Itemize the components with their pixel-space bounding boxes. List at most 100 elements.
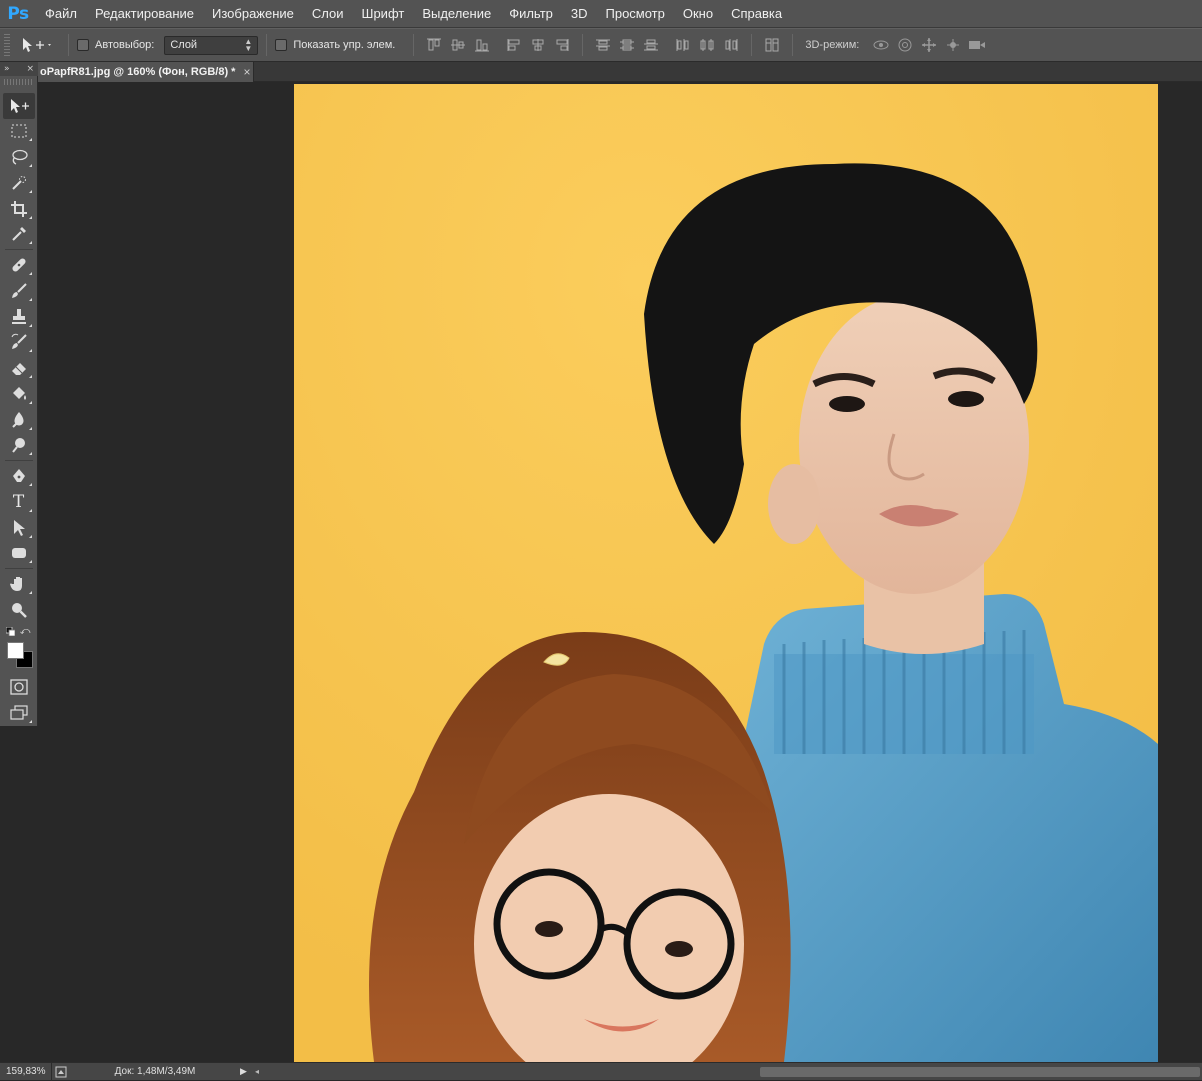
path-selection-tool-button[interactable] [3, 515, 35, 541]
distribute-vertical-centers-button[interactable] [615, 35, 639, 55]
3d-mode-label: 3D-режим: [805, 39, 860, 51]
menu-bar: Ps Файл Редактирование Изображение Слои … [0, 0, 1202, 28]
marquee-tool-button[interactable] [3, 119, 35, 145]
zoom-tool-button[interactable] [3, 597, 35, 623]
zoom-level[interactable]: 159,83% [0, 1062, 52, 1081]
3d-pan-button[interactable] [917, 35, 941, 55]
align-left-edges-button[interactable] [502, 35, 526, 55]
collapse-panel-button[interactable]: » [4, 64, 10, 74]
menu-view[interactable]: Просмотр [597, 0, 674, 28]
type-tool-button[interactable]: T [3, 489, 35, 515]
align-bottom-edges-icon [475, 39, 490, 52]
menu-file[interactable]: Файл [36, 0, 86, 28]
crop-tool-button[interactable] [3, 196, 35, 222]
document-tab[interactable]: oPapfR81.jpg @ 160% (Фон, RGB/8) * × [38, 62, 254, 82]
menu-edit[interactable]: Редактирование [86, 0, 203, 28]
distribute-horizontal-centers-button[interactable] [695, 35, 719, 55]
align-bottom-edges-button[interactable] [470, 35, 494, 55]
show-transform-controls-checkbox[interactable] [275, 39, 288, 51]
auto-select-label: Автовыбор: [95, 39, 155, 51]
zoom-tool-icon [11, 602, 27, 618]
canvas-image [294, 84, 1158, 1062]
auto-align-layers-button[interactable] [760, 35, 784, 55]
menu-select[interactable]: Выделение [413, 0, 500, 28]
menu-layers[interactable]: Слои [303, 0, 353, 28]
auto-select-checkbox[interactable] [77, 39, 89, 51]
healing-brush-tool-icon [11, 258, 26, 272]
menu-type[interactable]: Шрифт [353, 0, 414, 28]
auto-select-dropdown[interactable]: Слой ▲ ▼ [164, 35, 259, 55]
screen-mode-button[interactable] [3, 700, 35, 726]
move-tool-preset-icon [23, 38, 51, 52]
distribute-bottom-edges-button[interactable] [639, 35, 663, 55]
status-menu-button[interactable]: ▶ [240, 1066, 252, 1077]
document-size: Док: 1,48M/3,49M [114, 1066, 196, 1077]
tool-preset-picker[interactable] [20, 37, 60, 53]
clone-stamp-tool-button[interactable] [3, 304, 35, 330]
distribute-right-edges-button[interactable] [719, 35, 743, 55]
quick-mask-icon [9, 679, 28, 695]
quick-mask-button[interactable] [3, 674, 35, 700]
proof-setup-button[interactable] [52, 1063, 70, 1081]
dodge-tool-button[interactable] [3, 433, 35, 459]
options-bar-grip[interactable] [4, 34, 10, 56]
close-document-button[interactable]: × [243, 65, 250, 79]
distribute-top-icon [596, 39, 611, 51]
distribute-top-edges-button[interactable] [591, 35, 615, 55]
man-ear-shape [768, 464, 820, 544]
align-horizontal-centers-icon [532, 39, 544, 51]
align-right-edges-button[interactable] [550, 35, 574, 55]
close-panel-button[interactable]: × [26, 64, 34, 74]
eyedropper-tool-button[interactable] [3, 222, 35, 248]
3d-orbit-button[interactable] [869, 35, 893, 55]
align-vertical-centers-button[interactable] [446, 35, 470, 55]
foreground-color-swatch[interactable] [6, 641, 24, 659]
menu-help[interactable]: Справка [722, 0, 791, 28]
brush-tool-button[interactable] [3, 278, 35, 304]
photoshop-logo-icon: Ps [7, 3, 29, 24]
lasso-tool-button[interactable] [3, 144, 35, 170]
blur-tool-button[interactable] [3, 407, 35, 433]
menu-window[interactable]: Окно [674, 0, 722, 28]
swap-colors-icon[interactable]: ⤺ [20, 626, 31, 637]
3d-roll-button[interactable] [893, 35, 917, 55]
path-selection-tool-icon [13, 519, 25, 536]
eraser-tool-button[interactable] [3, 355, 35, 381]
crop-tool-icon [10, 200, 27, 217]
options-separator [413, 34, 415, 56]
options-separator [792, 34, 794, 56]
move-tool-icon [10, 98, 29, 113]
toolbox-separator [4, 568, 33, 570]
distribute-left-edges-button[interactable] [671, 35, 695, 55]
options-bar: Автовыбор: Слой ▲▼ Показать упр. элем. [0, 28, 1202, 62]
align-top-edges-button[interactable] [422, 35, 446, 55]
menu-image[interactable]: Изображение [203, 0, 303, 28]
healing-brush-tool-button[interactable] [3, 252, 35, 278]
toolbox-separator [4, 460, 33, 462]
lasso-tool-icon [11, 150, 28, 165]
scroll-left-button[interactable]: ◂ [252, 1067, 262, 1076]
menu-3d[interactable]: 3D [562, 0, 597, 28]
move-tool-button[interactable] [2, 92, 35, 119]
paint-bucket-tool-button[interactable] [3, 381, 35, 407]
horizontal-scrollbar-thumb[interactable] [760, 1067, 1200, 1077]
menu-filter[interactable]: Фильтр [500, 0, 562, 28]
toolbox-grip[interactable] [3, 79, 34, 85]
blur-tool-icon [11, 411, 23, 428]
hand-tool-button[interactable] [3, 571, 35, 597]
shape-tool-button[interactable] [3, 541, 35, 567]
options-separator [582, 34, 584, 56]
quick-selection-tool-button[interactable] [3, 170, 35, 196]
default-colors-icon[interactable] [5, 626, 15, 636]
3d-camera-icon [969, 41, 986, 49]
document-canvas[interactable] [294, 84, 1158, 1062]
options-separator [266, 34, 268, 56]
3d-scale-button[interactable] [965, 35, 989, 55]
pen-tool-button[interactable] [3, 463, 35, 489]
distribute-vertical-centers-icon [620, 39, 635, 51]
align-horizontal-centers-button[interactable] [526, 35, 550, 55]
3d-orbit-icon [873, 40, 889, 50]
type-tool-icon: T [12, 491, 25, 512]
history-brush-tool-button[interactable] [3, 330, 35, 356]
3d-slide-button[interactable] [941, 35, 965, 55]
